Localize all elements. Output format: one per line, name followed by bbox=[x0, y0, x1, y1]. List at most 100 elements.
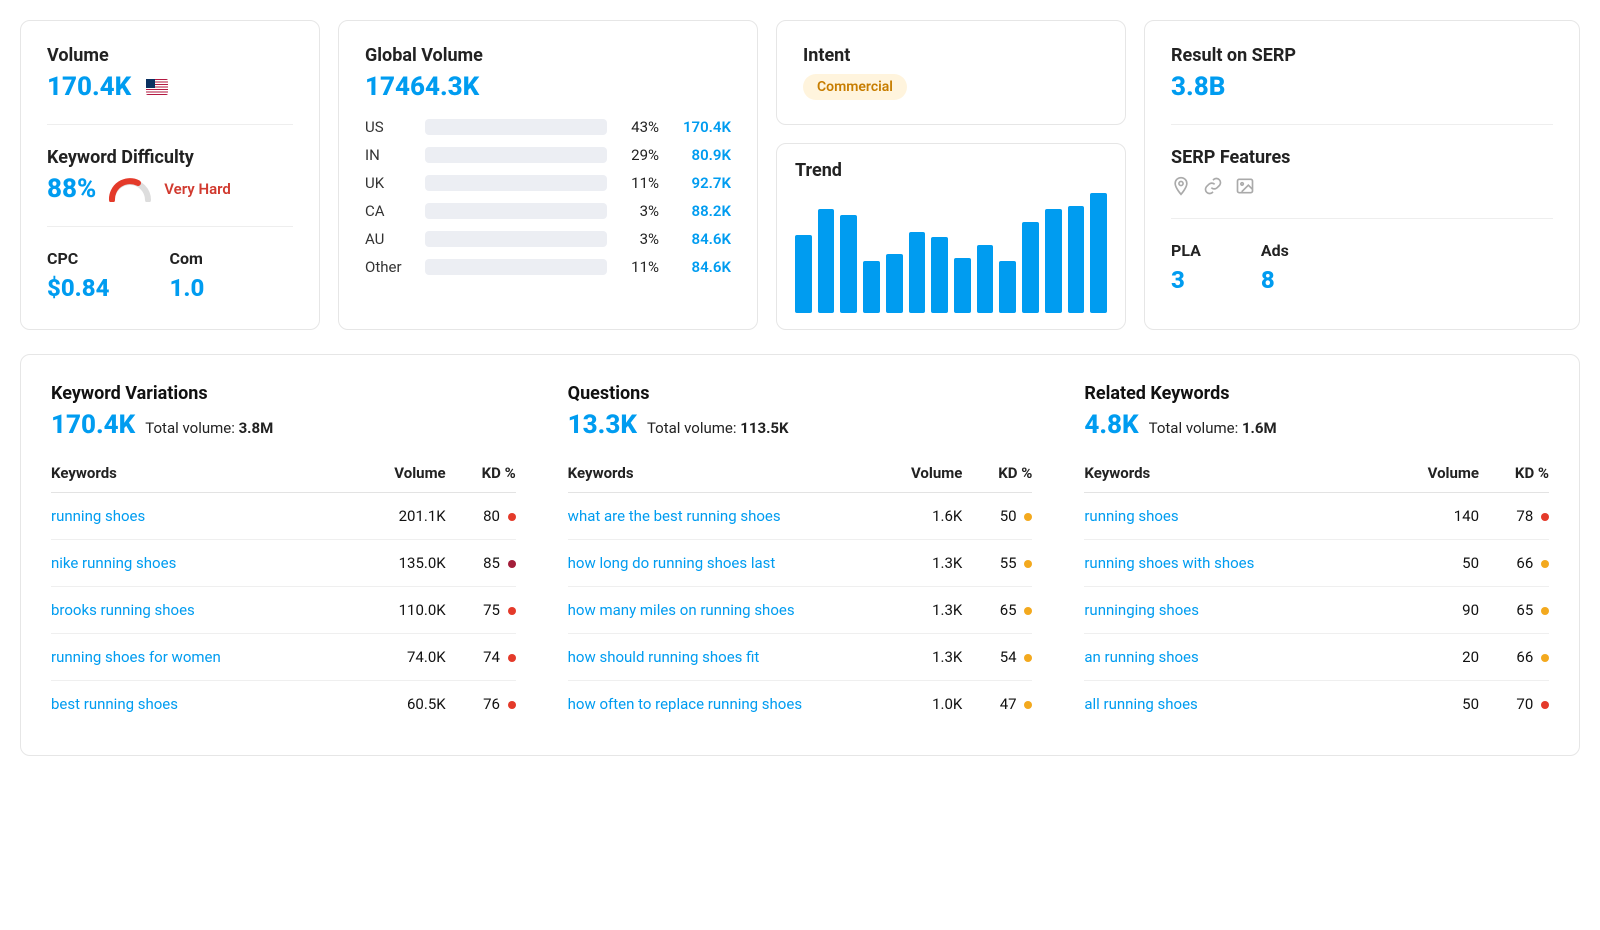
gv-vol: 84.6K bbox=[671, 258, 731, 276]
global-value: 17464.3K bbox=[365, 72, 731, 102]
keyword-volume: 60.5K bbox=[354, 681, 446, 728]
trend-bar bbox=[795, 235, 812, 313]
ads-value: 8 bbox=[1261, 266, 1289, 294]
keyword-kd: 66 bbox=[1479, 540, 1549, 587]
gv-pct: 43% bbox=[619, 118, 659, 136]
gv-vol: 88.2K bbox=[671, 202, 731, 220]
keyword-lists-card: Keyword Variations170.4KTotal volume: 3.… bbox=[20, 354, 1580, 756]
gv-pct: 11% bbox=[619, 258, 659, 276]
keyword-link[interactable]: running shoes with shoes bbox=[1084, 540, 1387, 587]
list-total: Total volume: 1.6M bbox=[1149, 419, 1277, 437]
gv-country: CA bbox=[365, 202, 413, 220]
kd-rating: Very Hard bbox=[164, 180, 231, 198]
trend-bar bbox=[840, 215, 857, 313]
col-kd: KD % bbox=[446, 456, 516, 493]
keyword-link[interactable]: brooks running shoes bbox=[51, 587, 354, 634]
keyword-link[interactable]: running shoes bbox=[1084, 493, 1387, 540]
trend-chart bbox=[795, 193, 1107, 313]
table-row: running shoes14078 bbox=[1084, 493, 1549, 540]
keyword-kd: 80 bbox=[446, 493, 516, 540]
list-title: Keyword Variations bbox=[51, 383, 516, 404]
keyword-link[interactable]: what are the best running shoes bbox=[568, 493, 892, 540]
keyword-link[interactable]: nike running shoes bbox=[51, 540, 354, 587]
keyword-kd: 70 bbox=[1479, 681, 1549, 728]
gv-pct: 11% bbox=[619, 174, 659, 192]
col-volume: Volume bbox=[891, 456, 962, 493]
keyword-volume: 110.0K bbox=[354, 587, 446, 634]
table-row: runninging shoes9065 bbox=[1084, 587, 1549, 634]
trend-bar bbox=[931, 237, 948, 313]
table-row: what are the best running shoes1.6K50 bbox=[568, 493, 1033, 540]
keyword-link[interactable]: how should running shoes fit bbox=[568, 634, 892, 681]
com-label: Com bbox=[169, 249, 204, 268]
trend-bar bbox=[909, 232, 926, 313]
keyword-kd: 76 bbox=[446, 681, 516, 728]
keyword-volume: 74.0K bbox=[354, 634, 446, 681]
volume-kd-card: Volume 170.4K Keyword Difficulty 88% Ver… bbox=[20, 20, 320, 330]
trend-bar bbox=[977, 245, 994, 313]
gv-vol: 92.7K bbox=[671, 174, 731, 192]
serp-results-value: 3.8B bbox=[1171, 72, 1553, 102]
variations-column: Keyword Variations170.4KTotal volume: 3.… bbox=[51, 383, 516, 727]
trend-bar bbox=[818, 209, 835, 313]
keyword-kd: 78 bbox=[1479, 493, 1549, 540]
gv-bar bbox=[425, 259, 607, 275]
keyword-link[interactable]: running shoes bbox=[51, 493, 354, 540]
col-keywords: Keywords bbox=[1084, 456, 1387, 493]
col-volume: Volume bbox=[1387, 456, 1479, 493]
col-kd: KD % bbox=[1479, 456, 1549, 493]
kd-label: Keyword Difficulty bbox=[47, 147, 293, 168]
global-volume-row: IN29%80.9K bbox=[365, 146, 731, 164]
global-volume-row: UK11%92.7K bbox=[365, 174, 731, 192]
table-row: nike running shoes135.0K85 bbox=[51, 540, 516, 587]
ads-label: Ads bbox=[1261, 241, 1289, 260]
table-row: brooks running shoes110.0K75 bbox=[51, 587, 516, 634]
keyword-kd: 47 bbox=[962, 681, 1032, 728]
gv-country: US bbox=[365, 118, 413, 136]
gv-bar bbox=[425, 119, 607, 135]
gv-pct: 3% bbox=[619, 230, 659, 248]
table-row: running shoes with shoes5066 bbox=[1084, 540, 1549, 587]
col-keywords: Keywords bbox=[568, 456, 892, 493]
trend-bar bbox=[1045, 209, 1062, 313]
keyword-volume: 201.1K bbox=[354, 493, 446, 540]
pla-label: PLA bbox=[1171, 241, 1201, 260]
global-volume-card: Global Volume 17464.3K US 43% 170.4K IN29%8… bbox=[338, 20, 758, 330]
keyword-link[interactable]: running shoes for women bbox=[51, 634, 354, 681]
keyword-kd: 54 bbox=[962, 634, 1032, 681]
global-volume-row: Other11%84.6K bbox=[365, 258, 731, 276]
keyword-volume: 1.3K bbox=[891, 634, 962, 681]
table-row: how many miles on running shoes1.3K65 bbox=[568, 587, 1033, 634]
table-row: all running shoes5070 bbox=[1084, 681, 1549, 728]
pla-value: 3 bbox=[1171, 266, 1201, 294]
keyword-link[interactable]: how many miles on running shoes bbox=[568, 587, 892, 634]
keyword-table: KeywordsVolumeKD %running shoes201.1K80 … bbox=[51, 456, 516, 727]
keyword-table: KeywordsVolumeKD %running shoes14078 run… bbox=[1084, 456, 1549, 727]
col-kd: KD % bbox=[962, 456, 1032, 493]
keyword-kd: 85 bbox=[446, 540, 516, 587]
keyword-link[interactable]: an running shoes bbox=[1084, 634, 1387, 681]
keyword-link[interactable]: all running shoes bbox=[1084, 681, 1387, 728]
trend-bar bbox=[1022, 222, 1039, 313]
global-volume-row: US 43% 170.4K bbox=[365, 118, 731, 136]
keyword-kd: 55 bbox=[962, 540, 1032, 587]
keyword-link[interactable]: how long do running shoes last bbox=[568, 540, 892, 587]
keyword-volume: 90 bbox=[1387, 587, 1479, 634]
trend-bar bbox=[999, 261, 1016, 313]
keyword-volume: 1.6K bbox=[891, 493, 962, 540]
gv-country: AU bbox=[365, 230, 413, 248]
questions-column: Questions13.3KTotal volume: 113.5KKeywor… bbox=[568, 383, 1033, 727]
keyword-volume: 135.0K bbox=[354, 540, 446, 587]
keyword-link[interactable]: best running shoes bbox=[51, 681, 354, 728]
keyword-kd: 75 bbox=[446, 587, 516, 634]
global-label: Global Volume bbox=[365, 45, 731, 66]
keyword-link[interactable]: how often to replace running shoes bbox=[568, 681, 892, 728]
list-total: Total volume: 113.5K bbox=[647, 419, 789, 437]
gv-country: IN bbox=[365, 146, 413, 164]
keyword-link[interactable]: runninging shoes bbox=[1084, 587, 1387, 634]
trend-bar bbox=[1090, 193, 1107, 313]
gv-bar bbox=[425, 203, 607, 219]
col-keywords: Keywords bbox=[51, 456, 354, 493]
keyword-volume: 50 bbox=[1387, 540, 1479, 587]
gv-vol: 170.4K bbox=[671, 118, 731, 136]
